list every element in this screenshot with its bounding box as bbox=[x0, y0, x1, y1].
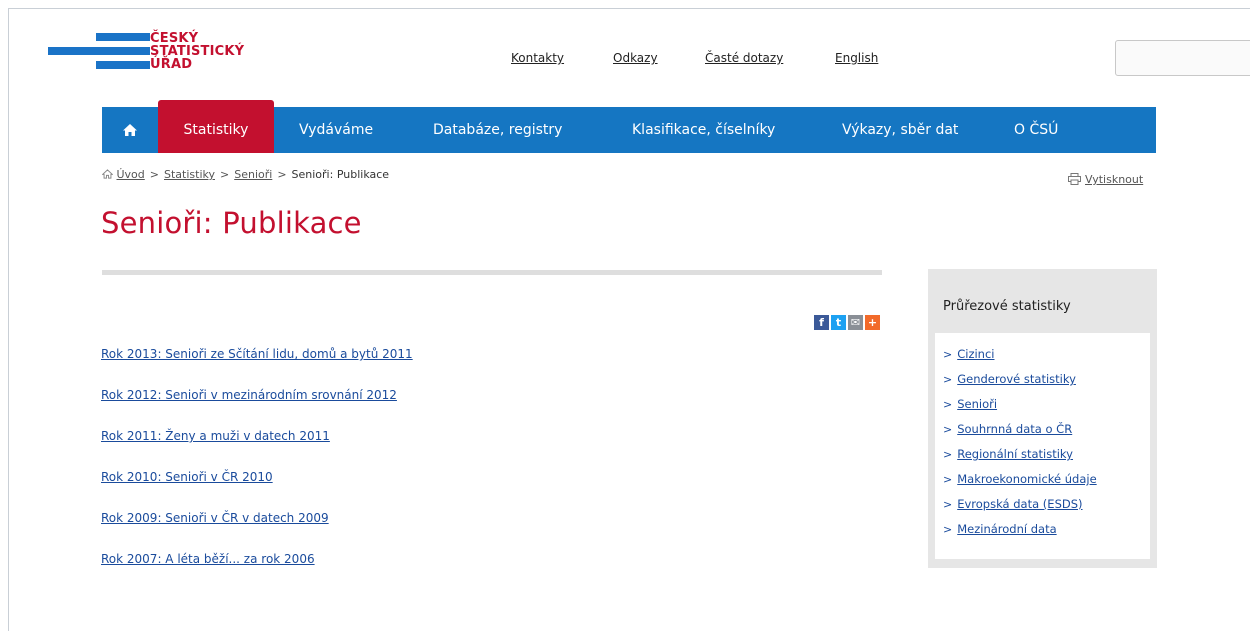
csu-logo[interactable]: ČESKÝ STATISTICKÝ ÚŘAD bbox=[48, 28, 268, 84]
twitter-icon[interactable]: t bbox=[831, 315, 846, 330]
breadcrumb-link-seniori[interactable]: Senioři bbox=[234, 168, 272, 181]
page-frame-left bbox=[8, 8, 9, 631]
page-title: Senioři: Publikace bbox=[101, 206, 362, 240]
nav-item-databaze[interactable]: Databáze, registry bbox=[433, 107, 562, 153]
breadcrumb-separator: > bbox=[277, 168, 287, 181]
sidebar-link[interactable]: Regionální statistiky bbox=[957, 447, 1073, 461]
chevron-right-icon: > bbox=[943, 423, 953, 436]
publication-link[interactable]: Rok 2011: Ženy a muži v datech 2011 bbox=[101, 429, 330, 443]
sidebar-item[interactable]: > Makroekonomické údaje bbox=[943, 472, 1097, 486]
top-link-contacts[interactable]: Kontakty bbox=[511, 51, 564, 65]
title-divider bbox=[102, 270, 882, 275]
sidebar-panel: Průřezové statistiky > Cizinci > Genderové… bbox=[928, 269, 1157, 568]
sidebar-item[interactable]: > Regionální statistiky bbox=[943, 447, 1073, 461]
breadcrumb: Úvod > Statistiky > Senioři > Senioři: Publika… bbox=[101, 168, 390, 181]
sidebar-link[interactable]: Makroekonomické údaje bbox=[957, 472, 1096, 486]
breadcrumb-current: Senioři: Publikace bbox=[291, 168, 390, 181]
top-link-english[interactable]: English bbox=[835, 51, 878, 65]
chevron-right-icon: > bbox=[943, 473, 953, 486]
sidebar-title: Průřezové statistiky bbox=[943, 299, 1071, 314]
nav-item-klasifikace[interactable]: Klasifikace, číselníky bbox=[632, 107, 775, 153]
sidebar-link[interactable]: Souhrnná data o ČR bbox=[957, 422, 1072, 436]
home-icon bbox=[101, 169, 114, 179]
top-link-faq[interactable]: Časté dotazy bbox=[705, 51, 783, 65]
chevron-right-icon: > bbox=[943, 448, 953, 461]
nav-item-statistiky[interactable]: Statistiky bbox=[158, 100, 274, 153]
nav-home[interactable] bbox=[102, 107, 158, 153]
logo-bar bbox=[96, 33, 150, 41]
publication-link[interactable]: Rok 2013: Senioři ze Sčítání lidu, domů … bbox=[101, 347, 413, 361]
printer-icon bbox=[1068, 173, 1081, 185]
sidebar-link[interactable]: Mezinárodní data bbox=[957, 522, 1056, 536]
publication-link[interactable]: Rok 2009: Senioři v ČR v datech 2009 bbox=[101, 511, 329, 525]
sidebar-link-list: > Cizinci > Genderové statistiky > Senioři … bbox=[935, 333, 1150, 559]
breadcrumb-link-uvod[interactable]: Úvod bbox=[117, 168, 145, 181]
chevron-right-icon: > bbox=[943, 373, 953, 386]
home-icon bbox=[123, 124, 137, 136]
sidebar-link[interactable]: Cizinci bbox=[957, 347, 994, 361]
chevron-right-icon: > bbox=[943, 398, 953, 411]
page-frame-top bbox=[8, 8, 1250, 9]
logo-bar bbox=[48, 47, 150, 55]
nav-item-o-csu[interactable]: O ČSÚ bbox=[1014, 107, 1058, 153]
sidebar-item[interactable]: > Cizinci bbox=[943, 347, 994, 361]
chevron-right-icon: > bbox=[943, 523, 953, 536]
breadcrumb-separator: > bbox=[149, 168, 159, 181]
sidebar-item[interactable]: > Evropská data (ESDS) bbox=[943, 497, 1083, 511]
sidebar-link[interactable]: Evropská data (ESDS) bbox=[957, 497, 1082, 511]
breadcrumb-link-statistiky[interactable]: Statistiky bbox=[164, 168, 215, 181]
sidebar-link[interactable]: Senioři bbox=[957, 397, 997, 411]
print-link[interactable]: Vytisknout bbox=[1068, 173, 1143, 186]
logo-bar bbox=[96, 61, 150, 69]
nav-item-vykazy[interactable]: Výkazy, sběr dat bbox=[842, 107, 958, 153]
publication-link[interactable]: Rok 2007: A léta běží... za rok 2006 bbox=[101, 552, 315, 566]
sidebar-item[interactable]: > Genderové statistiky bbox=[943, 372, 1076, 386]
sidebar-item[interactable]: > Mezinárodní data bbox=[943, 522, 1057, 536]
sidebar-link[interactable]: Genderové statistiky bbox=[957, 372, 1076, 386]
breadcrumb-separator: > bbox=[220, 168, 230, 181]
publication-link[interactable]: Rok 2012: Senioři v mezinárodním srovnán… bbox=[101, 388, 397, 402]
print-label: Vytisknout bbox=[1085, 173, 1144, 186]
top-link-links[interactable]: Odkazy bbox=[613, 51, 658, 65]
chevron-right-icon: > bbox=[943, 348, 953, 361]
plus-icon[interactable]: + bbox=[865, 315, 880, 330]
logo-text: ÚŘAD bbox=[150, 57, 193, 72]
chevron-right-icon: > bbox=[943, 498, 953, 511]
search-input[interactable] bbox=[1115, 40, 1250, 76]
facebook-icon[interactable]: f bbox=[814, 315, 829, 330]
main-nav: Statistiky Vydáváme Databáze, registry K… bbox=[102, 100, 1156, 153]
sidebar-item[interactable]: > Souhrnná data o ČR bbox=[943, 422, 1072, 436]
email-icon[interactable]: ✉ bbox=[848, 315, 863, 330]
sidebar-item[interactable]: > Senioři bbox=[943, 397, 997, 411]
publication-link[interactable]: Rok 2010: Senioři v ČR 2010 bbox=[101, 470, 273, 484]
nav-item-label: Statistiky bbox=[183, 122, 249, 138]
nav-item-vydavame[interactable]: Vydáváme bbox=[299, 107, 373, 153]
